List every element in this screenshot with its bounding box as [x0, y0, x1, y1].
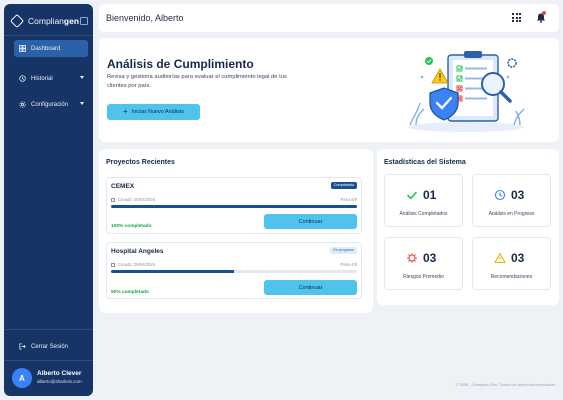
continue-button[interactable]: Continuar	[264, 214, 357, 229]
recent-projects-card: Proyectos Recientes CEMEX Completado Cre…	[99, 149, 373, 313]
project-date-text: Creado: 09/04/2026	[118, 262, 156, 267]
stat-value: 01	[423, 188, 437, 202]
progress-bar	[111, 270, 357, 273]
stat-risks: 03 Riesgos Promedio	[384, 237, 463, 290]
avatar: A	[12, 368, 32, 388]
stat-label: Análisis Completados	[399, 211, 448, 217]
stat-value: 03	[511, 251, 525, 265]
continue-button[interactable]: Continuar	[264, 280, 357, 295]
project-name: CEMEX	[111, 183, 135, 190]
progress-fill	[111, 270, 234, 273]
stat-label: Recomendaciones	[490, 274, 533, 280]
sidebar-item-historial[interactable]: Historial	[14, 70, 88, 87]
sidebar: Compliangen Dashboard Historial Configur…	[4, 4, 93, 396]
stat-value: 03	[511, 188, 525, 202]
logout-label: Cerrar Sesión	[31, 343, 69, 350]
project-card[interactable]: Hospital Angeles En progreso Creado: 09/…	[106, 242, 362, 299]
project-date-text: Creado: 09/04/2026	[118, 197, 156, 202]
stat-completed: 01 Análisis Completados	[384, 174, 463, 227]
recent-projects-title: Proyectos Recientes	[106, 159, 175, 166]
stat-label: Análisis en Progreso	[488, 211, 535, 217]
stat-label: Riesgos Promedio	[403, 274, 444, 280]
sidebar-item-label: Configuración	[31, 101, 69, 108]
brand-name-part2: gen	[63, 16, 80, 26]
logout-button[interactable]: Cerrar Sesión	[14, 338, 88, 355]
sidebar-divider	[4, 329, 93, 330]
check-icon	[407, 191, 417, 200]
hero-card: Análisis de Cumplimiento Revisa y gestio…	[99, 38, 559, 142]
project-step: Paso 8/8	[340, 197, 357, 202]
system-stats-title: Estadísticas del Sistema	[384, 159, 466, 166]
start-analysis-button[interactable]: + Iniciar Nuevo Análisis	[107, 104, 200, 120]
chevron-down-icon	[80, 76, 84, 79]
grid-icon	[19, 45, 26, 52]
warning-icon	[494, 252, 506, 264]
sidebar-item-label: Historial	[31, 75, 53, 82]
status-badge: En progreso	[330, 247, 357, 254]
top-bar: Bienvenido, Alberto	[99, 4, 559, 32]
progress-fill	[111, 205, 357, 208]
user-profile[interactable]: A Alberto Clever alberto@sharksis.com	[4, 362, 93, 396]
progress-label: 50% completado	[111, 290, 149, 295]
alert-star-icon	[407, 253, 417, 263]
compliance-illustration-icon	[408, 51, 525, 132]
sidebar-item-dashboard[interactable]: Dashboard	[14, 40, 88, 57]
collapse-sidebar-icon[interactable]	[80, 17, 88, 25]
notification-dot	[542, 11, 546, 15]
brand-logo[interactable]: Compliangen	[9, 13, 80, 29]
brand-name-part1: Complian	[28, 16, 64, 26]
calendar-icon	[111, 197, 115, 202]
stat-recommendations: 03 Recomendaciones	[472, 237, 551, 290]
page-title: Análisis de Cumplimiento	[107, 57, 254, 71]
stat-value: 03	[423, 251, 437, 265]
hero-description: Revisa y gestiona auditorías para evalua…	[107, 74, 287, 89]
project-date: Creado: 09/04/2026	[111, 197, 155, 202]
project-date: Creado: 09/04/2026	[111, 262, 155, 267]
logout-icon	[19, 343, 26, 350]
project-step: Paso 4/8	[340, 262, 357, 267]
project-name: Hospital Angeles	[111, 248, 164, 255]
stat-in-progress: 03 Análisis en Progreso	[472, 174, 551, 227]
user-name: Alberto Clever	[37, 370, 82, 377]
footer-copyright: © 2026 - Complian Gen. Todos los derecho…	[455, 382, 556, 387]
project-card[interactable]: CEMEX Completado Creado: 09/04/2026 Paso…	[106, 177, 362, 234]
sidebar-divider	[4, 360, 93, 361]
calendar-icon	[111, 262, 115, 267]
history-icon	[19, 75, 26, 82]
progress-label: 100% completado	[111, 224, 152, 229]
gear-icon	[19, 101, 26, 108]
user-email: alberto@sharksis.com	[37, 379, 82, 384]
system-stats-card: Estadísticas del Sistema 01 Análisis Com…	[377, 149, 559, 305]
chevron-down-icon	[80, 102, 84, 105]
logo-icon	[9, 13, 25, 29]
sidebar-item-configuracion[interactable]: Configuración	[14, 96, 88, 113]
clock-icon	[494, 189, 506, 201]
start-analysis-label: Iniciar Nuevo Análisis	[131, 109, 184, 115]
welcome-text: Bienvenido, Alberto	[106, 13, 184, 23]
status-badge: Completado	[330, 182, 357, 189]
sidebar-item-label: Dashboard	[31, 45, 61, 52]
plus-icon: +	[123, 107, 128, 116]
progress-bar	[111, 205, 357, 208]
apps-grid-icon[interactable]	[512, 13, 521, 22]
sidebar-divider	[4, 35, 93, 36]
